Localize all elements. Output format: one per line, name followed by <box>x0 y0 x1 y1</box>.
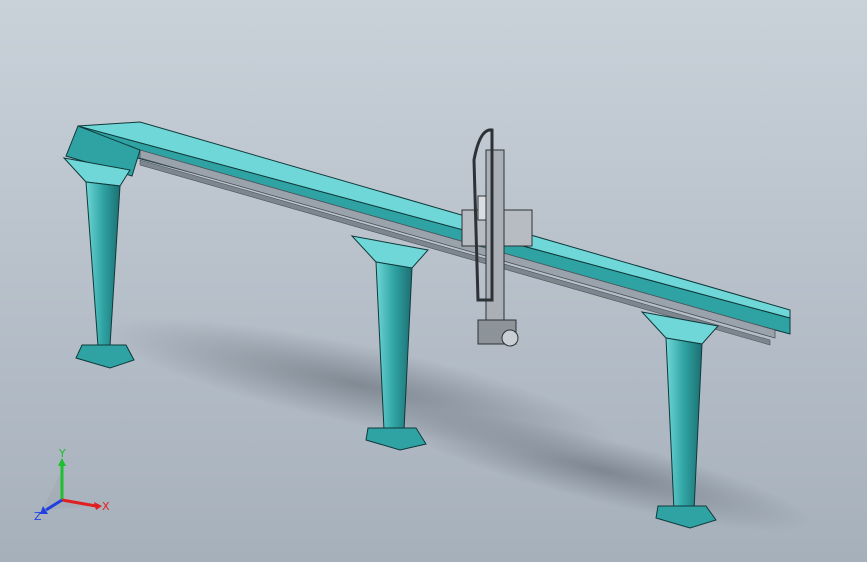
carriage[interactable] <box>461 128 533 347</box>
z-axis-label: Z <box>34 510 42 523</box>
cad-viewport[interactable]: Y X Z <box>0 0 867 562</box>
x-axis-label: X <box>102 500 110 513</box>
x-axis-arrow-icon <box>94 502 102 510</box>
gantry-model[interactable] <box>0 0 867 562</box>
coordinate-triad: Y X Z <box>34 447 114 524</box>
triad-graphic: Y X Z <box>34 447 110 523</box>
main-beam[interactable] <box>65 121 791 346</box>
y-axis-label: Y <box>58 448 66 460</box>
